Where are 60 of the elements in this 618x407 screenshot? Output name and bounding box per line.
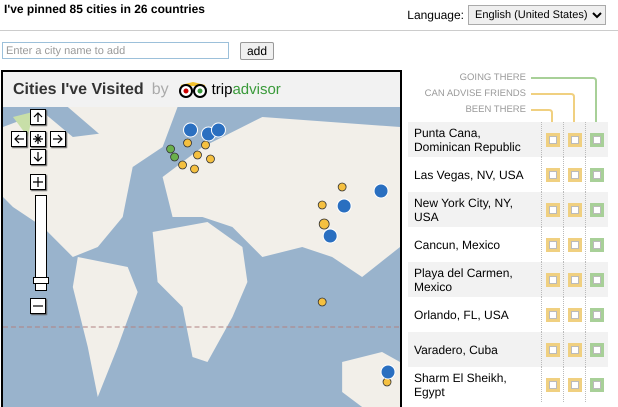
arrow-down-icon xyxy=(32,151,44,163)
crosshair-icon xyxy=(32,133,44,145)
checkbox[interactable] xyxy=(546,308,560,322)
checkbox[interactable] xyxy=(568,202,582,216)
checkbox[interactable] xyxy=(590,342,604,356)
city-name: Orlando, FL, USA xyxy=(413,308,510,322)
checkbox[interactable] xyxy=(590,238,604,252)
city-input-field[interactable]: Enter a city name to add xyxy=(2,42,229,59)
arrow-left-icon xyxy=(13,133,25,145)
checkbox[interactable] xyxy=(568,342,582,356)
logo-text: advisor xyxy=(232,80,281,98)
zoom-slider-thumb[interactable] xyxy=(33,277,49,284)
zoom-in-button[interactable] xyxy=(30,174,46,190)
checkbox[interactable] xyxy=(568,238,582,252)
map-title: Cities I've Visited xyxy=(13,80,144,100)
checkbox[interactable] xyxy=(568,308,582,322)
checkbox[interactable] xyxy=(590,378,604,392)
city-name: Punta Cana, Dominican Republic xyxy=(413,126,522,154)
checkbox[interactable] xyxy=(546,378,560,392)
pan-up-button[interactable] xyxy=(30,109,46,125)
arrow-right-icon xyxy=(52,133,64,145)
by-text: by xyxy=(152,80,169,100)
city-name: New York City, NY, USA xyxy=(413,196,514,224)
checkbox[interactable] xyxy=(546,132,560,146)
center-map-button[interactable] xyxy=(30,131,46,147)
zoom-out-button[interactable] xyxy=(30,298,46,314)
checkbox[interactable] xyxy=(590,202,604,216)
city-name: Playa del Carmen, Mexico xyxy=(413,266,514,294)
add-button[interactable]: add xyxy=(240,42,274,60)
checkbox[interactable] xyxy=(546,342,560,356)
checkbox[interactable] xyxy=(546,238,560,252)
checkbox[interactable] xyxy=(546,202,560,216)
arrow-up-icon xyxy=(32,111,44,123)
checkbox[interactable] xyxy=(590,272,604,286)
pan-right-button[interactable] xyxy=(50,131,66,147)
checkbox[interactable] xyxy=(568,132,582,146)
checkbox[interactable] xyxy=(546,272,560,286)
owl-logo-icon xyxy=(178,82,208,98)
checkbox[interactable] xyxy=(590,168,604,182)
legend-label: CAN ADVISE FRIENDS xyxy=(424,87,526,101)
pan-down-button[interactable] xyxy=(30,149,46,165)
checkbox[interactable] xyxy=(590,132,604,146)
checkbox[interactable] xyxy=(568,168,582,182)
city-name: Sharm El Sheikh, Egypt xyxy=(413,370,508,398)
pan-left-button[interactable] xyxy=(11,131,27,147)
legend-label: GOING THERE xyxy=(458,71,526,85)
city-name: Cancun, Mexico xyxy=(413,238,502,252)
checkbox[interactable] xyxy=(568,378,582,392)
checkbox[interactable] xyxy=(590,308,604,322)
city-name: Las Vegas, NV, USA xyxy=(413,168,525,182)
city-name: Varadero, Cuba xyxy=(413,342,499,356)
checkbox[interactable] xyxy=(546,168,560,182)
legend-label: BEEN THERE xyxy=(464,103,526,117)
checkbox[interactable] xyxy=(568,272,582,286)
language-label: Language: xyxy=(407,7,464,24)
pinned-summary: I've pinned 85 cities in 26 countries xyxy=(4,1,205,18)
zoom-slider[interactable] xyxy=(35,195,47,291)
logo-text: trip xyxy=(212,80,232,98)
plus-icon xyxy=(32,176,44,188)
language-dropdown[interactable]: English (United States) xyxy=(468,5,606,25)
